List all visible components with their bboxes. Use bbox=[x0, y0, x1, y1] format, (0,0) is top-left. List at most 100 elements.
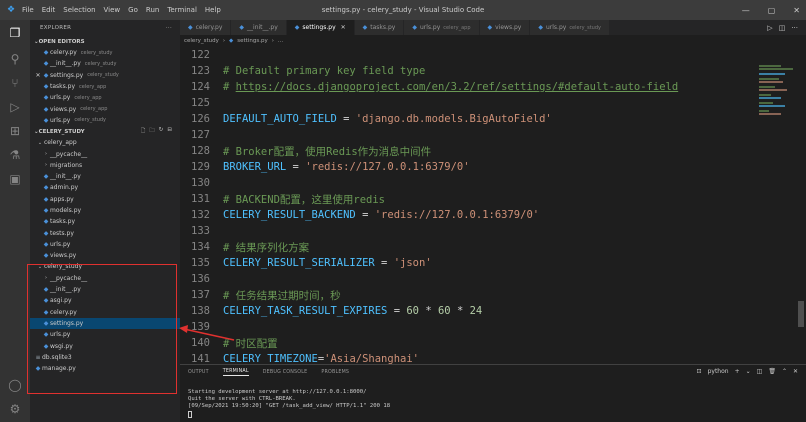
menu-view[interactable]: View bbox=[104, 6, 121, 14]
tree-file[interactable]: ◆ tasks.py bbox=[30, 216, 180, 227]
open-editors-list: ◆ celery.py celery_study ◆ __init__.py celer… bbox=[30, 47, 180, 126]
code-editor[interactable]: 122 123 # Default primary key field type … bbox=[180, 47, 780, 384]
tab-urls-app[interactable]: ◆ urls.py celery_app bbox=[404, 20, 480, 35]
tab-celery[interactable]: ◆ celery.py bbox=[180, 20, 232, 35]
minimize-icon[interactable]: — bbox=[742, 6, 750, 15]
menu-terminal[interactable]: Terminal bbox=[167, 6, 197, 14]
tab-tasks[interactable]: ◆ tasks.py bbox=[354, 20, 405, 35]
python-file-icon: ◆ bbox=[188, 24, 193, 31]
python-file-icon: ◆ bbox=[239, 24, 245, 31]
tab-urls-study[interactable]: ◆ urls.py celery_study bbox=[530, 20, 610, 35]
trash-icon[interactable]: 🗑 bbox=[768, 368, 776, 375]
tree-file[interactable]: ◆ __init__.py bbox=[30, 284, 180, 295]
tree-file[interactable]: ◆ __init__.py bbox=[30, 171, 180, 182]
menu-file[interactable]: File bbox=[22, 6, 34, 14]
tab-problems[interactable]: PROBLEMS bbox=[321, 370, 349, 375]
split-terminal-icon[interactable]: ◫ bbox=[757, 368, 763, 375]
close-tab-icon[interactable]: ✕ bbox=[341, 24, 346, 31]
tree-file[interactable]: ◆ views.py bbox=[30, 250, 180, 261]
open-editor-item[interactable]: ◆ __init__.py celery_study bbox=[30, 58, 180, 69]
split-editor-icon[interactable]: ◫ bbox=[779, 24, 786, 32]
maximize-icon[interactable]: ▢ bbox=[768, 6, 776, 15]
chevron-right-icon: › bbox=[45, 151, 47, 158]
refresh-icon[interactable]: ↻ bbox=[159, 127, 164, 136]
chevron-up-icon[interactable]: ⌃ bbox=[782, 368, 787, 375]
terminal-output[interactable]: Starting development server at http://12… bbox=[180, 379, 806, 419]
new-file-icon[interactable]: 🗋 bbox=[141, 127, 145, 136]
explorer-sidebar: EXPLORER ··· ⌄ OPEN EDITORS ◆ celery.py ce… bbox=[30, 20, 180, 422]
tab-settings[interactable]: ◆ settings.py ✕ bbox=[286, 20, 355, 35]
open-editor-item[interactable]: ◆ urls.py celery_app bbox=[30, 92, 180, 103]
close-panel-icon[interactable]: ✕ bbox=[793, 368, 798, 375]
accounts-icon[interactable]: ◯ bbox=[6, 376, 24, 394]
open-editor-item[interactable]: ◆ tasks.py celery_app bbox=[30, 81, 180, 92]
tree-file[interactable]: ◆ apps.py bbox=[30, 194, 180, 205]
tree-file[interactable]: ◆ wsgi.py bbox=[30, 340, 180, 351]
tree-file[interactable]: ◆ admin.py bbox=[30, 182, 180, 193]
breadcrumb-folder[interactable]: celery_study bbox=[184, 38, 219, 44]
open-editor-item[interactable]: ◆ views.py celery_app bbox=[30, 103, 180, 114]
tab-debug-console[interactable]: DEBUG CONSOLE bbox=[263, 370, 308, 375]
open-editor-item-active[interactable]: ✕ ◆ settings.py celery_study bbox=[30, 70, 180, 81]
settings-gear-icon[interactable]: ⚙ bbox=[6, 400, 24, 418]
menu-run[interactable]: Run bbox=[146, 6, 159, 14]
explorer-header: EXPLORER ··· bbox=[30, 20, 180, 36]
scrollbar-thumb[interactable] bbox=[798, 301, 804, 327]
python-file-icon: ◆ bbox=[229, 38, 234, 44]
tree-folder[interactable]: › __pycache__ bbox=[30, 148, 180, 159]
breadcrumb-tail[interactable]: ... bbox=[278, 38, 283, 44]
close-window-icon[interactable]: ✕ bbox=[793, 6, 800, 15]
editor-actions: ▷ ◫ ··· bbox=[767, 20, 806, 35]
tab-init[interactable]: ◆ __init__.py bbox=[231, 20, 287, 35]
run-file-icon[interactable]: ▷ bbox=[767, 24, 772, 32]
tree-folder[interactable]: ⌄ celery_app bbox=[30, 137, 180, 148]
code-line: 138 CELERY_TASK_RESULT_EXPIRES = 60 * 60 … bbox=[191, 305, 483, 317]
menu-help[interactable]: Help bbox=[205, 6, 221, 14]
open-editors-header[interactable]: ⌄ OPEN EDITORS bbox=[30, 36, 180, 47]
search-icon[interactable]: ⚲ bbox=[6, 50, 24, 68]
open-editor-item[interactable]: ◆ celery.py celery_study bbox=[30, 47, 180, 58]
minimap[interactable] bbox=[755, 47, 800, 384]
vertical-scrollbar[interactable] bbox=[796, 47, 806, 384]
collapse-all-icon[interactable]: ⊟ bbox=[167, 127, 172, 136]
python-file-icon: ◆ bbox=[43, 49, 49, 57]
breadcrumb-file[interactable]: settings.py bbox=[237, 38, 267, 44]
run-debug-icon[interactable]: ▷ bbox=[6, 98, 24, 116]
tab-terminal[interactable]: TERMINAL bbox=[222, 369, 249, 376]
tab-output[interactable]: OUTPUT bbox=[188, 370, 209, 375]
python-file-icon: ◆ bbox=[43, 308, 49, 316]
tab-views[interactable]: ◆ views.py bbox=[479, 20, 531, 35]
tree-file[interactable]: ◆ urls.py bbox=[30, 239, 180, 250]
new-terminal-icon[interactable]: + bbox=[735, 368, 740, 375]
menu-go[interactable]: Go bbox=[128, 6, 138, 14]
editor-tabs: ◆ celery.py ◆ __init__.py ◆ settings.py ✕ ◆ t… bbox=[180, 20, 806, 35]
testing-icon[interactable]: ⚗ bbox=[6, 146, 24, 164]
chevron-down-icon[interactable]: ⌄ bbox=[746, 368, 751, 375]
close-editor-icon[interactable]: ✕ bbox=[34, 72, 42, 79]
more-actions-icon[interactable]: ··· bbox=[166, 25, 172, 31]
tree-file[interactable]: ◆ tests.py bbox=[30, 227, 180, 238]
source-control-icon[interactable]: ⑂ bbox=[6, 74, 24, 92]
new-folder-icon[interactable]: 🗀 bbox=[149, 127, 155, 136]
tree-file[interactable]: ◆ manage.py bbox=[30, 363, 180, 374]
project-header[interactable]: ⌄ CELERY_STUDY 🗋 🗀 ↻ ⊟ bbox=[30, 126, 180, 137]
terminal-shell-name[interactable]: python bbox=[708, 368, 729, 375]
extensions-icon[interactable]: ⊞ bbox=[6, 122, 24, 140]
tree-file[interactable]: ◆ asgi.py bbox=[30, 295, 180, 306]
more-actions-icon[interactable]: ··· bbox=[791, 24, 798, 32]
python-file-icon: ◆ bbox=[43, 207, 49, 214]
tree-folder[interactable]: › __pycache__ bbox=[30, 273, 180, 284]
tree-file[interactable]: ≡ db.sqlite3 bbox=[30, 352, 180, 363]
tree-file[interactable]: ◆ urls.py bbox=[30, 329, 180, 340]
explorer-icon[interactable]: ❐ bbox=[6, 24, 24, 42]
open-editor-item[interactable]: ◆ urls.py celery_study bbox=[30, 115, 180, 126]
tree-file-selected[interactable]: ◆ settings.py bbox=[30, 317, 180, 330]
tree-folder[interactable]: ⌄ celery_study bbox=[30, 261, 180, 272]
menu-edit[interactable]: Edit bbox=[42, 6, 56, 14]
remote-explorer-icon[interactable]: ▣ bbox=[6, 170, 24, 188]
menu-selection[interactable]: Selection bbox=[63, 6, 95, 14]
docs-link[interactable]: https://docs.djangoproject.com/en/3.2/re… bbox=[236, 81, 679, 93]
tree-file[interactable]: ◆ models.py bbox=[30, 205, 180, 216]
tree-file[interactable]: ◆ celery.py bbox=[30, 307, 180, 318]
tree-folder[interactable]: › migrations bbox=[30, 160, 180, 171]
